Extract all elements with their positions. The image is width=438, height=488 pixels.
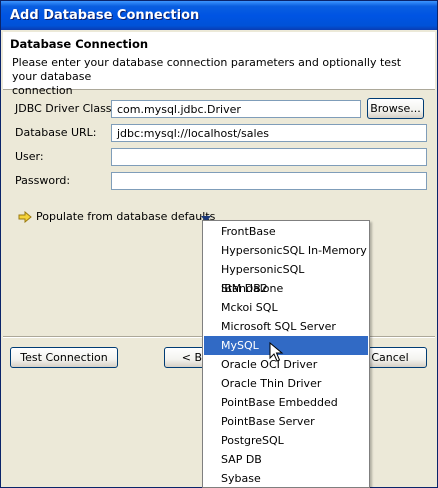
browse-button[interactable]: Browse... xyxy=(367,98,424,119)
menu-item-hypersonicsql-standalone[interactable]: HypersonicSQL Standalone xyxy=(204,260,368,295)
description-line-1: Please enter your database connection pa… xyxy=(12,56,402,83)
user-input[interactable] xyxy=(111,148,427,166)
menu-item-microsoft-sql-server[interactable]: Microsoft SQL Server xyxy=(204,317,368,336)
menu-item-pointbase-server[interactable]: PointBase Server xyxy=(204,412,368,431)
menu-item-ibm-db2[interactable]: IBM DB2 xyxy=(204,279,368,298)
mouse-pointer-icon xyxy=(269,341,285,362)
menu-item-sybase[interactable]: Sybase xyxy=(204,469,368,488)
arrow-right-icon xyxy=(18,210,32,224)
window-title: Add Database Connection xyxy=(10,8,200,23)
menu-item-mysql[interactable]: MySQL xyxy=(204,336,368,355)
populate-defaults-label: Populate from database defaults xyxy=(36,210,216,223)
section-title: Database Connection xyxy=(10,37,149,51)
driver-class-input[interactable]: com.mysql.jdbc.Driver xyxy=(111,100,361,118)
header-banner: Database Connection Please enter your da… xyxy=(3,32,435,97)
user-label: User: xyxy=(15,150,44,163)
menu-item-frontbase[interactable]: FrontBase xyxy=(204,222,368,241)
password-label: Password: xyxy=(15,174,71,187)
menu-item-oracle-oci-driver[interactable]: Oracle OCI Driver xyxy=(204,355,368,374)
password-input[interactable] xyxy=(111,172,427,190)
menu-item-hypersonicsql-memory[interactable]: HypersonicSQL In-Memory xyxy=(204,241,368,260)
database-url-label: Database URL: xyxy=(15,126,97,139)
test-connection-button[interactable]: Test Connection xyxy=(10,347,118,368)
menu-item-mckoi-sql[interactable]: Mckoi SQL xyxy=(204,298,368,317)
database-defaults-menu[interactable]: FrontBase HypersonicSQL In-Memory Hypers… xyxy=(202,220,370,488)
menu-item-sap-db[interactable]: SAP DB xyxy=(204,450,368,469)
menu-item-oracle-thin-driver[interactable]: Oracle Thin Driver xyxy=(204,374,368,393)
menu-item-postgresql[interactable]: PostgreSQL xyxy=(204,431,368,450)
driver-class-label: JDBC Driver Class: xyxy=(15,102,116,115)
add-database-connection-dialog: Add Database Connection Database Connect… xyxy=(0,0,438,488)
title-bar[interactable]: Add Database Connection xyxy=(1,1,437,30)
database-url-input[interactable]: jdbc:mysql://localhost/sales xyxy=(111,124,427,142)
menu-item-pointbase-embedded[interactable]: PointBase Embedded xyxy=(204,393,368,412)
